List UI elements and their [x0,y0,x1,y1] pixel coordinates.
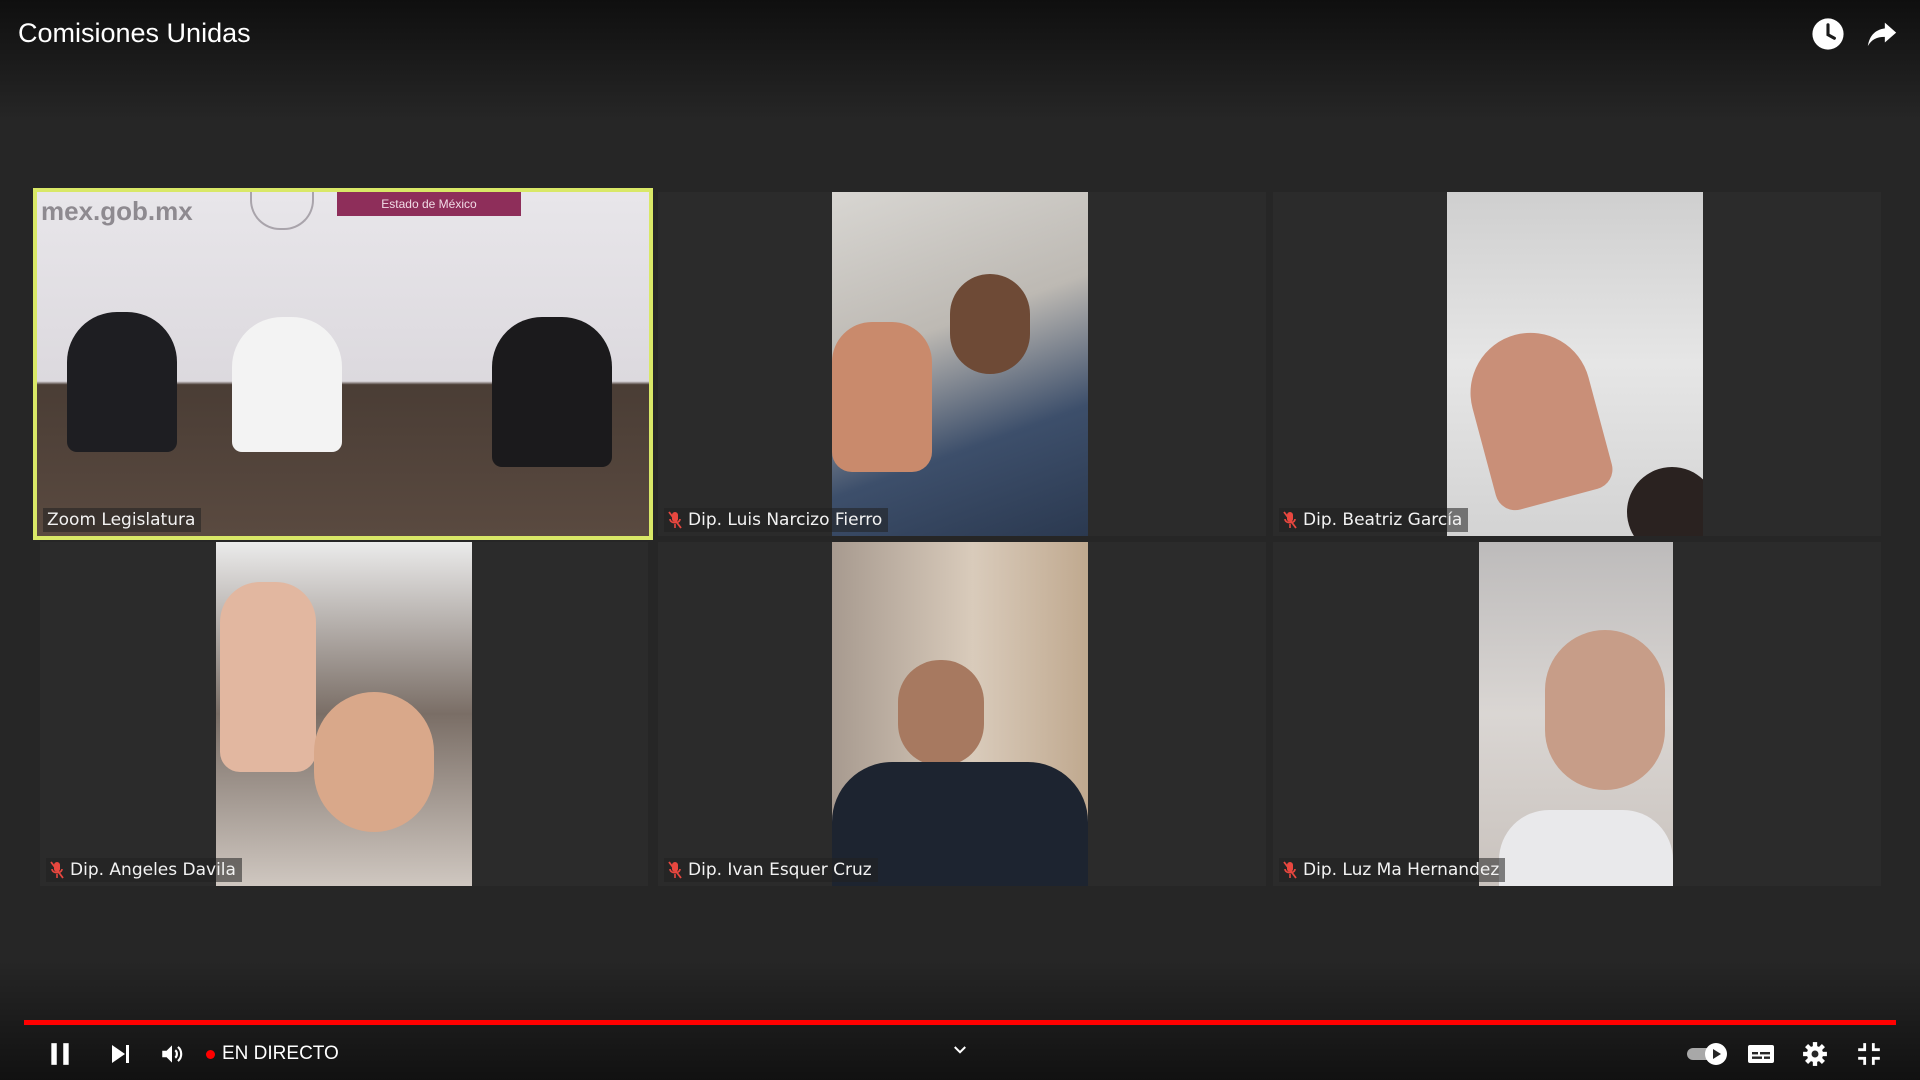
participant-name-label: Dip. Beatriz García [1279,508,1469,532]
subtitles-icon [1748,1045,1774,1063]
chapters-toggle-button[interactable] [940,1030,980,1070]
clock-icon [1812,18,1844,50]
progress-bar[interactable] [24,1020,1896,1025]
raised-hand [832,322,932,472]
video-tile-angeles-davila[interactable]: Dip. Angeles Davila [40,542,648,886]
seal-emblem [250,192,314,230]
watch-later-button[interactable] [1808,14,1848,54]
video-feed [1447,192,1703,536]
participant-name-label: Zoom Legislatura [43,508,202,532]
volume-button[interactable] [152,1034,192,1074]
settings-button[interactable] [1795,1034,1835,1074]
video-tile-luz-ma-hernandez[interactable]: Dip. Luz Ma Hernandez [1273,542,1881,886]
video-feed [1479,542,1673,886]
next-button[interactable] [100,1034,140,1074]
subtitles-button[interactable] [1741,1034,1781,1074]
participant-name-label: Dip. Angeles Davila [46,858,242,882]
participant-name-label: Dip. Ivan Esquer Cruz [664,858,878,882]
person-silhouette [67,312,177,452]
person-head [314,692,434,832]
pause-icon [51,1043,69,1065]
autoplay-toggle-icon [1687,1043,1727,1065]
muted-mic-icon [668,511,682,529]
person-body [1499,810,1673,886]
video-tile-ivan-esquer-cruz[interactable]: Dip. Ivan Esquer Cruz [658,542,1266,886]
video-feed [832,192,1088,536]
live-indicator[interactable]: EN DIRECTO [206,1041,339,1067]
progress-bar-fill [24,1020,1896,1025]
chevron-down-icon [954,1046,966,1054]
banner-text: mex.gob.mx [41,196,193,226]
raised-hand [220,582,316,772]
video-title[interactable]: Comisiones Unidas [18,18,251,49]
person-head [1545,630,1665,790]
share-button[interactable] [1862,14,1902,54]
exit-fullscreen-icon [1858,1043,1880,1065]
banner-subtitle: Estado de México [337,192,521,216]
video-feed [832,542,1088,886]
participant-name-label: Dip. Luz Ma Hernandez [1279,858,1506,882]
person-head [898,660,984,766]
participant-name-label: Dip. Luis Narcizo Fierro [664,508,889,532]
muted-mic-icon [50,861,64,879]
settings-icon [1803,1042,1827,1066]
person-head [950,274,1030,374]
muted-mic-icon [668,861,682,879]
top-gradient [0,0,1920,120]
volume-icon [162,1045,183,1063]
pause-button[interactable] [40,1034,80,1074]
live-label: EN DIRECTO [222,1043,339,1064]
next-icon [112,1045,129,1063]
share-icon [1867,22,1897,47]
muted-mic-icon [1283,511,1297,529]
video-tile-luis-narcizo-fierro[interactable]: Dip. Luis Narcizo Fierro [658,192,1266,536]
autoplay-toggle[interactable] [1683,1034,1733,1074]
person-silhouette [492,317,612,467]
muted-mic-icon [1283,861,1297,879]
person-silhouette [232,317,342,452]
video-feed: mex.gob.mx Estado de México [37,192,649,536]
raised-hand [1457,319,1617,515]
person-head [1627,467,1703,536]
live-dot [206,1049,215,1059]
video-feed [216,542,472,886]
video-tile-zoom-legislatura[interactable]: mex.gob.mx Estado de México Zoom Legisla… [33,188,653,540]
exit-fullscreen-button[interactable] [1849,1034,1889,1074]
video-tile-beatriz-garcia[interactable]: Dip. Beatriz García [1273,192,1881,536]
